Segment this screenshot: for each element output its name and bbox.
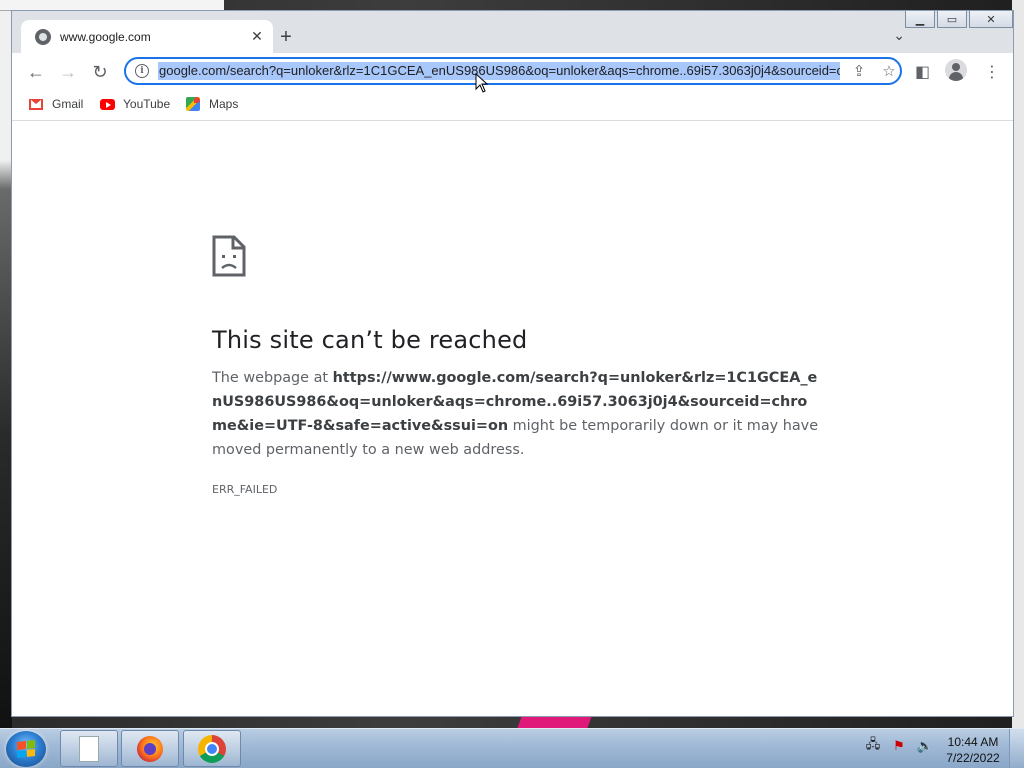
globe-icon [35,28,51,45]
bookmark-maps[interactable]: Maps [185,97,238,111]
error-desc-prefix: The webpage at [212,370,333,386]
maps-icon [185,97,201,111]
clock[interactable]: 10:44 AM 7/22/2022 [940,734,1006,766]
close-tab-icon[interactable]: ✕ [247,27,267,47]
toolbar: ← → ↻ i google.com/search?q=unloker&rlz=… [12,53,1013,91]
action-center-flag-icon[interactable]: ⚑ [890,737,908,755]
show-desktop-button[interactable] [1009,729,1024,768]
volume-icon[interactable]: 🔈 [916,737,934,755]
minimize-button[interactable]: ▁ [905,11,935,28]
youtube-icon [99,97,115,111]
taskbar: 🖧 ⚑ 🔈 10:44 AM 7/22/2022 [0,728,1024,768]
reload-button[interactable]: ↻ [88,60,112,84]
chrome-icon [198,734,226,763]
new-tab-button[interactable]: + [274,25,298,49]
bookmark-label: Gmail [52,97,84,111]
site-info-icon[interactable]: i [135,64,149,78]
profile-avatar-icon[interactable] [945,59,967,81]
bookmark-gmail[interactable]: Gmail [28,97,83,111]
back-button[interactable]: ← [24,60,48,84]
tab-strip: ▁ ▭ ✕ www.google.com ✕ + ⌄ [12,11,1013,53]
maximize-button[interactable]: ▭ [937,11,967,28]
taskbar-file-explorer[interactable] [60,730,118,767]
firefox-icon [137,735,163,762]
network-icon[interactable]: 🖧 [864,736,882,755]
bookmark-youtube[interactable]: YouTube [99,97,170,111]
close-window-button[interactable]: ✕ [969,11,1013,28]
error-code: ERR_FAILED [212,483,278,496]
tab-active[interactable]: www.google.com ✕ [21,20,273,53]
gmail-icon [28,97,44,111]
clock-time: 10:44 AM [947,735,999,749]
bookmarks-bar: Gmail YouTube Maps [12,91,1013,121]
sad-document-icon [212,235,246,277]
file-icon [79,735,99,762]
windows-logo-icon [17,740,35,758]
system-tray: 🖧 ⚑ 🔈 [864,736,934,755]
page-content: This site can’t be reached The webpage a… [12,121,1013,716]
tab-title: www.google.com [60,29,151,44]
bookmark-label: Maps [209,97,239,111]
error-description: The webpage at https://www.google.com/se… [212,366,822,462]
taskbar-chrome[interactable] [183,730,241,767]
window-controls: ▁ ▭ ✕ [903,11,1013,31]
error-title: This site can’t be reached [212,326,528,354]
share-icon[interactable]: ⇪ [848,62,870,80]
mouse-cursor-icon [475,73,489,93]
forward-button[interactable]: → [56,60,80,84]
address-bar[interactable]: i google.com/search?q=unloker&rlz=1C1GCE… [124,57,902,85]
browser-window: ▁ ▭ ✕ www.google.com ✕ + ⌄ ← → ↻ i googl… [11,10,1014,717]
clock-date: 7/22/2022 [946,751,1000,765]
address-bar-url[interactable]: google.com/search?q=unloker&rlz=1C1GCEA_… [158,62,840,80]
taskbar-firefox[interactable] [121,730,179,767]
tab-search-chevron-icon[interactable]: ⌄ [893,27,905,44]
side-panel-icon[interactable]: ◧ [915,62,930,82]
bookmark-label: YouTube [123,97,171,111]
bookmark-star-icon[interactable]: ☆ [878,62,900,80]
start-button[interactable] [6,731,46,767]
menu-kebab-icon[interactable]: ⋮ [984,62,1000,82]
